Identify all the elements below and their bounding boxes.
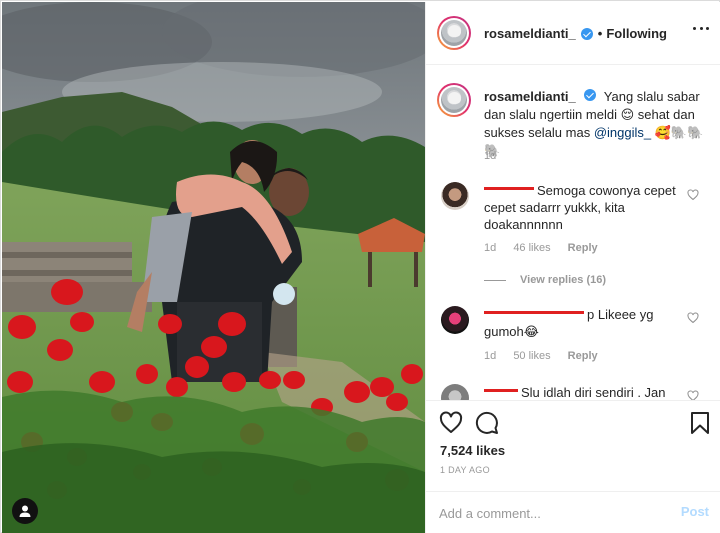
author-username[interactable]: rosameldianti_ [484,26,576,41]
comment-like-heart-icon[interactable] [687,189,699,201]
caption-avatar[interactable] [437,83,471,117]
post-button[interactable]: Post [681,504,709,519]
couple-piggyback-photo [2,2,425,533]
comment-input[interactable] [439,503,659,523]
comment-meta: 1d 50 likes Reply [484,350,612,362]
comment-text: Slu idlah diri sendiri . Jan [484,384,684,400]
post-actions: 7,524 likes 1 DAY AGO [426,400,720,490]
comment-likes[interactable]: 50 likes [513,350,550,362]
author-avatar[interactable] [437,16,471,50]
view-replies-button[interactable]: View replies (16) [484,274,606,286]
comment-like-heart-icon[interactable] [687,312,699,324]
reply-button[interactable]: Reply [568,242,598,254]
post-timestamp[interactable]: 1 DAY AGO [440,465,490,475]
heart-icon[interactable] [439,411,463,435]
comment-like-heart-icon[interactable] [687,390,699,400]
caption-text: rosameldianti_ Yang slalu sabar dan slal… [484,88,706,160]
comment-time[interactable]: 1d [484,350,496,362]
bookmark-icon[interactable] [688,411,712,435]
author-line: rosameldianti_ • Following [484,26,667,41]
following-button[interactable]: Following [606,26,667,41]
redacted-username [484,389,518,393]
comment-likes[interactable]: 46 likes [513,242,550,254]
verified-badge-icon [584,89,597,101]
user-silhouette-icon [19,505,31,517]
commenter-avatar[interactable] [441,182,469,210]
caption-username[interactable]: rosameldianti_ [484,89,576,104]
comment-composer: Post [426,491,720,533]
post-header: rosameldianti_ • Following [426,2,720,65]
comment-meta: 1d 46 likes Reply [484,242,612,254]
user-tag-icon[interactable] [12,498,38,524]
instagram-post-window: rosameldianti_ • Following rosameldianti… [0,0,720,533]
commenter-avatar[interactable] [441,306,469,334]
separator-dot: • [597,26,603,41]
post-photo[interactable] [2,2,425,533]
commenter-avatar[interactable] [441,384,469,400]
comment-time[interactable]: 1d [484,242,496,254]
redacted-username [484,187,534,191]
redacted-username [484,311,584,315]
verified-badge-icon [580,27,593,40]
more-options-icon[interactable] [693,27,709,31]
reply-button[interactable]: Reply [568,350,598,362]
post-side-panel: rosameldianti_ • Following rosameldianti… [425,2,720,533]
comments-list[interactable]: rosameldianti_ Yang slalu sabar dan slal… [426,66,720,400]
comment-text: p Likeee yg gumoh😂 [484,307,654,339]
comment-bubble-icon[interactable] [475,411,499,435]
caption-timestamp[interactable]: 1d [484,150,496,162]
caption-mention[interactable]: @inggils_ [594,125,651,140]
comment-text: Semoga cowonya cepet cepet sadarrr yukkk… [484,183,676,232]
likes-count[interactable]: 7,524 likes [440,443,505,458]
